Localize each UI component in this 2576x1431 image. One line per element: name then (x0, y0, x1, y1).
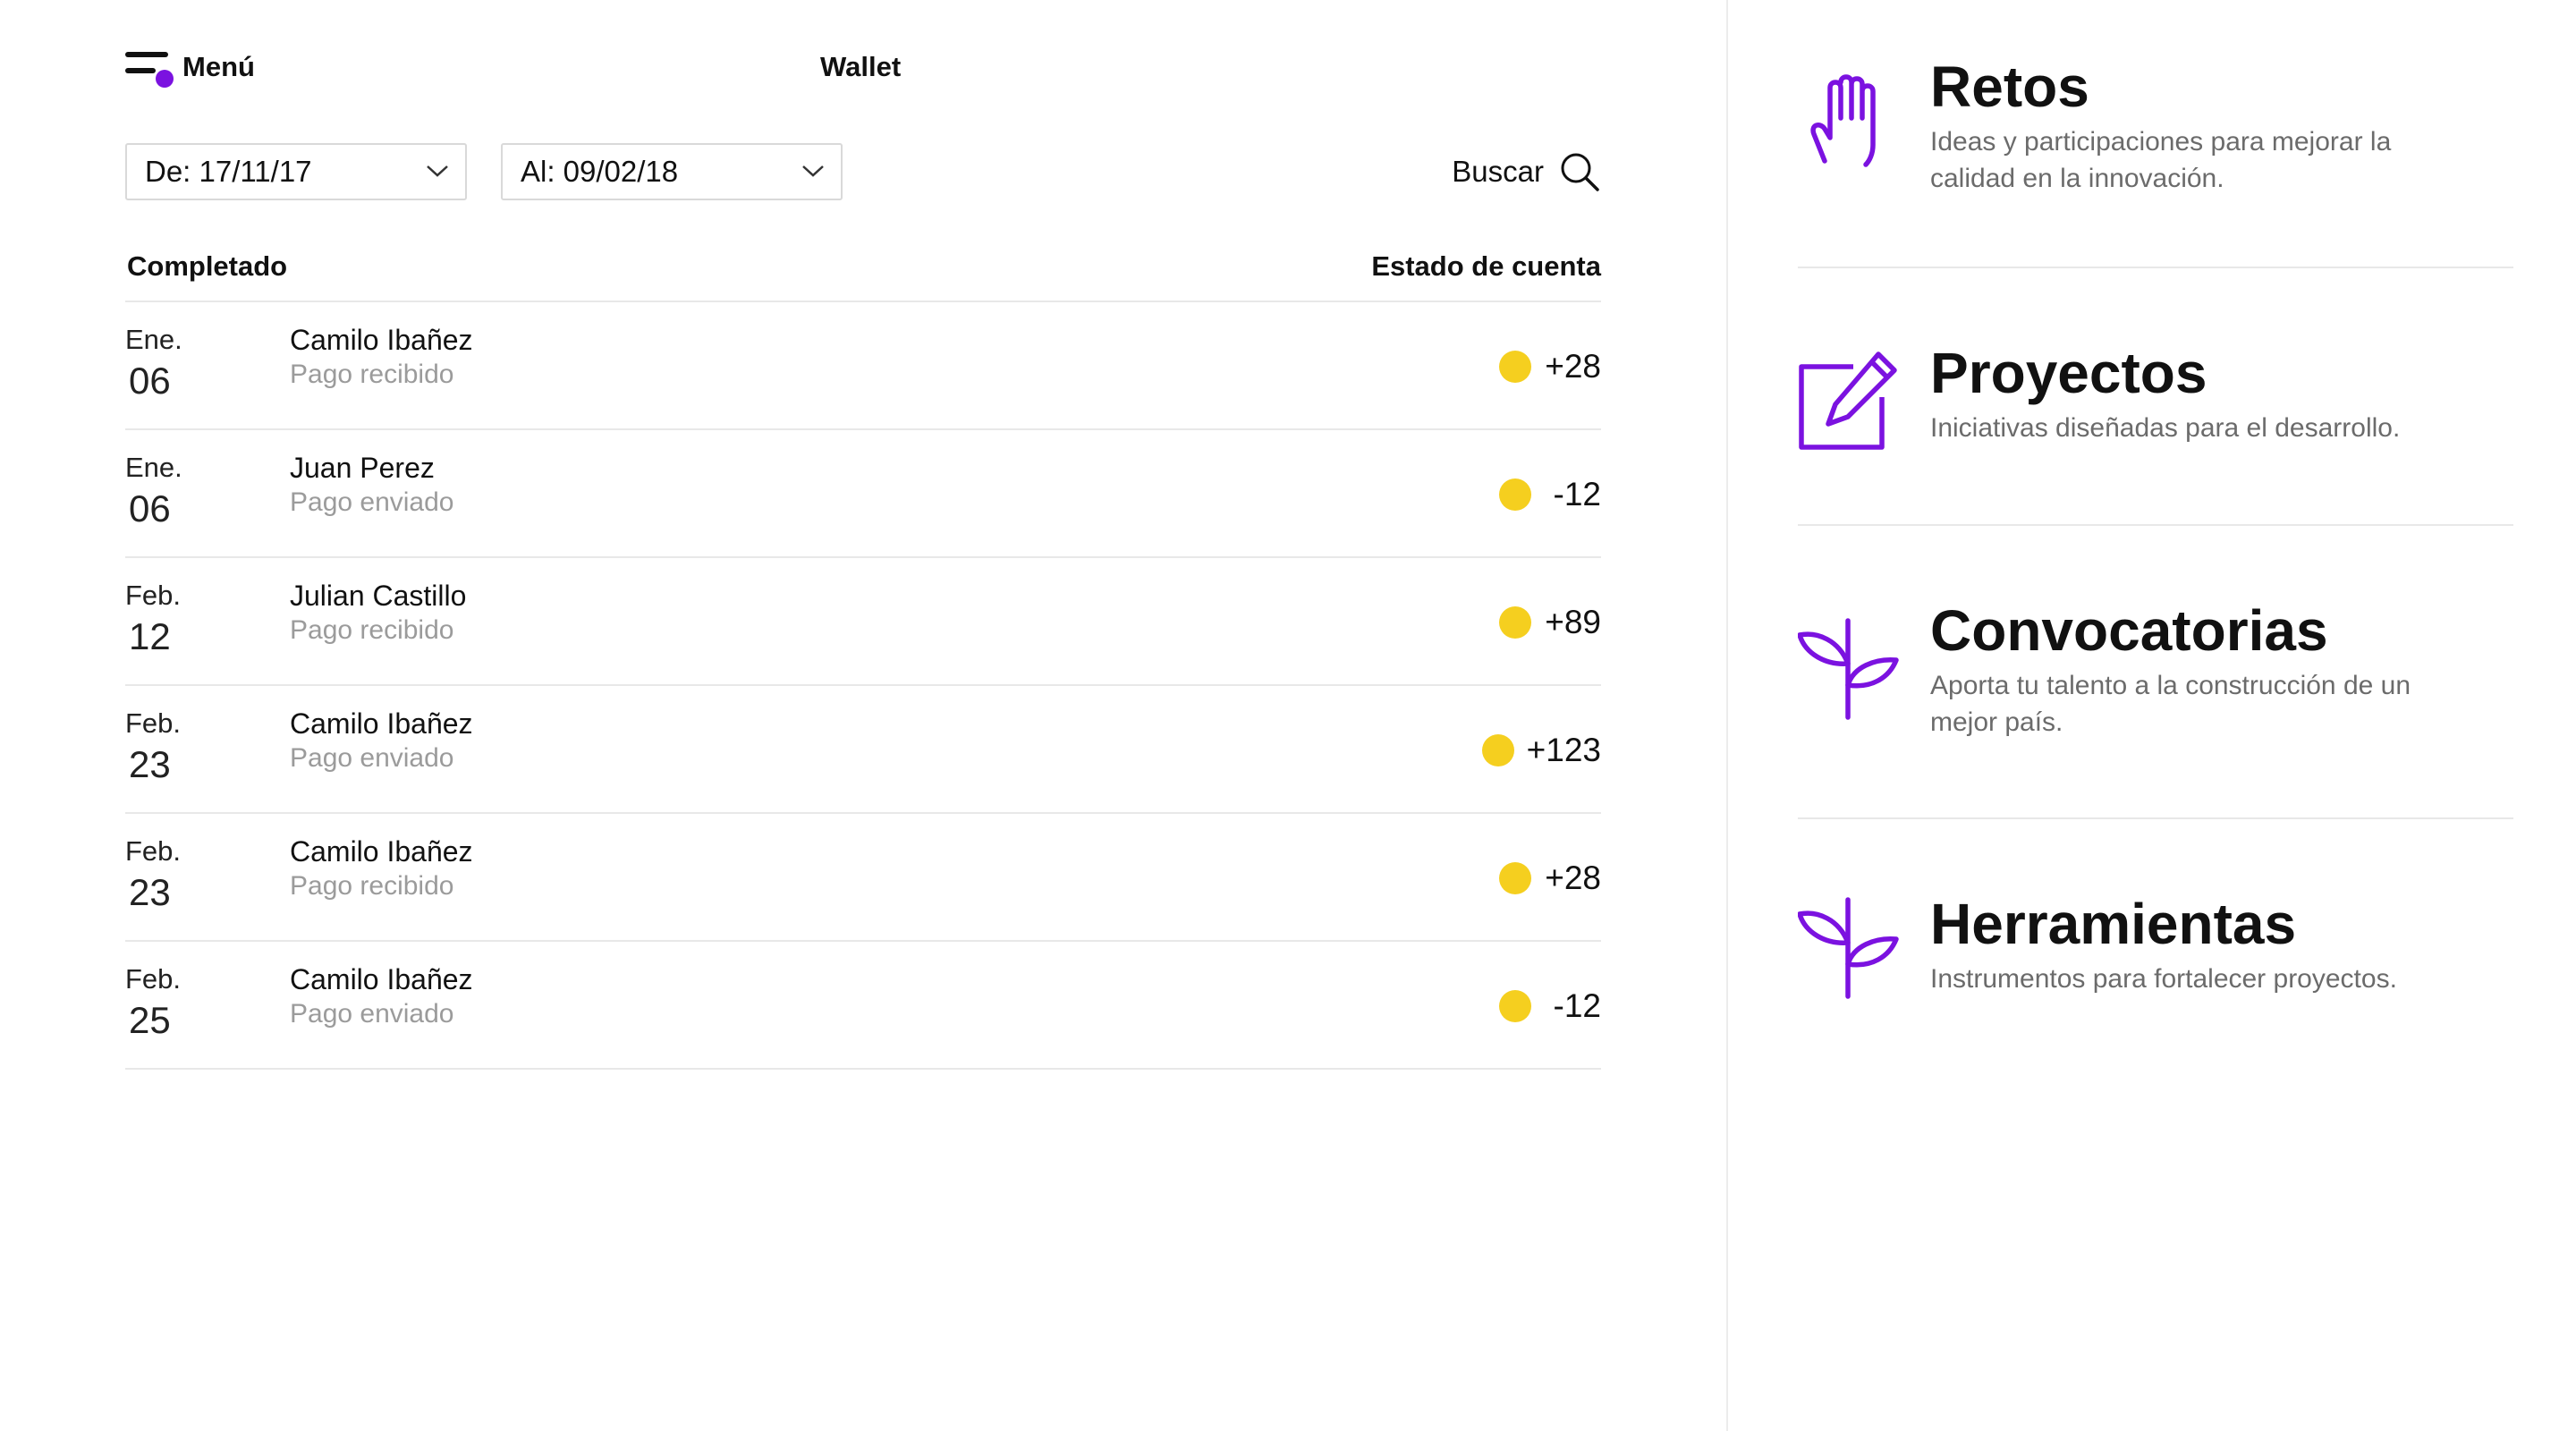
row-amount: +28 (1499, 347, 1601, 386)
category-description: Ideas y participaciones para mejorar la … (1930, 127, 2392, 193)
category-divider (1798, 267, 2513, 268)
chevron-down-icon (802, 165, 824, 177)
row-day: 25 (129, 999, 171, 1041)
coin-icon (1499, 351, 1531, 383)
coin-icon (1499, 606, 1531, 639)
row-amount-value: +28 (1545, 859, 1601, 896)
row-name: Camilo Ibañez (290, 707, 473, 740)
row-description: Pago recibido (290, 615, 454, 645)
row-month: Ene. (125, 324, 182, 355)
row-amount-value: -12 (1553, 476, 1601, 512)
row-name: Camilo Ibañez (290, 324, 473, 356)
page-title: Wallet (820, 51, 902, 82)
coin-icon (1499, 990, 1531, 1022)
row-name: Juan Perez (290, 452, 435, 484)
menu-label: Menú (182, 51, 255, 82)
category-convocatorias[interactable]: Convocatorias Aporta tu talento a la con… (1798, 597, 2513, 758)
row-month: Feb. (125, 963, 182, 995)
row-month: Ene. (125, 452, 182, 483)
category-description: Iniciativas diseñadas para el desarrollo… (1930, 413, 2401, 443)
table-row[interactable]: Ene. 06 Camilo Ibañez Pago recibido +28 (125, 302, 1601, 430)
category-title: Herramientas (1930, 892, 2297, 956)
edit-icon (1799, 351, 1897, 450)
search-button[interactable]: Buscar (1452, 143, 1601, 200)
coin-icon (1499, 862, 1531, 894)
row-name: Camilo Ibañez (290, 963, 473, 995)
row-month: Feb. (125, 580, 182, 611)
category-proyectos[interactable]: Proyectos Iniciativas diseñadas para el … (1798, 340, 2513, 465)
row-amount-value: +28 (1545, 348, 1601, 385)
row-description: Pago recibido (290, 871, 454, 901)
date-filters: De: 17/11/17 Al: 09/02/18 Buscar (125, 143, 1601, 200)
row-amount: +28 (1499, 859, 1601, 898)
table-row[interactable]: Feb. 12 Julian Castillo Pago recibido +8… (125, 558, 1601, 686)
date-from-value: De: 17/11/17 (145, 155, 312, 188)
sprout-icon (1798, 618, 1899, 720)
row-amount-value: +123 (1526, 732, 1601, 768)
category-herramientas[interactable]: Herramientas Instrumentos para fortalece… (1798, 891, 2513, 1016)
row-name: Camilo Ibañez (290, 835, 473, 868)
category-divider (1798, 817, 2513, 819)
row-amount: -12 (1499, 475, 1601, 514)
row-amount: +89 (1499, 603, 1601, 642)
row-month: Feb. (125, 835, 182, 867)
search-icon (1561, 153, 1599, 191)
date-to-value: Al: 09/02/18 (521, 155, 679, 188)
chevron-down-icon (427, 165, 448, 177)
row-amount: +123 (1481, 731, 1601, 770)
row-day: 06 (129, 360, 171, 402)
category-title: Convocatorias (1930, 598, 2328, 663)
table-row[interactable]: Feb. 23 Camilo Ibañez Pago enviado +123 (125, 686, 1601, 814)
categories-panel: Retos Ideas y participaciones para mejor… (1798, 0, 2513, 1431)
table-row[interactable]: Feb. 23 Camilo Ibañez Pago recibido +28 (125, 814, 1601, 942)
top-bar: Menú Wallet (125, 36, 1601, 98)
row-description: Pago enviado (290, 743, 454, 773)
row-amount-value: +89 (1545, 604, 1601, 640)
coin-icon (1481, 734, 1514, 766)
category-title: Retos (1930, 55, 2089, 119)
category-description: Instrumentos para fortalecer proyectos. (1930, 964, 2397, 994)
hand-icon (1810, 74, 1876, 167)
row-amount-value: -12 (1553, 987, 1601, 1024)
table-header: Completado Estado de cuenta (125, 240, 1601, 302)
completed-column-header: Completado (127, 250, 288, 282)
sprout-icon (1798, 897, 1899, 999)
category-description: Aporta tu talento a la construcción de u… (1930, 671, 2411, 737)
row-day: 23 (129, 743, 171, 785)
category-divider (1798, 524, 2513, 526)
row-month: Feb. (125, 707, 182, 739)
menu-button[interactable]: Menú (125, 36, 255, 98)
search-label: Buscar (1452, 155, 1544, 188)
row-amount: -12 (1499, 986, 1601, 1026)
row-description: Pago enviado (290, 487, 454, 517)
panel-divider (1726, 0, 1728, 1431)
transactions-list: Ene. 06 Camilo Ibañez Pago recibido +28 … (125, 302, 1601, 1070)
date-from-select[interactable]: De: 17/11/17 (125, 143, 467, 200)
category-retos[interactable]: Retos Ideas y participaciones para mejor… (1798, 54, 2513, 215)
row-day: 23 (129, 871, 171, 913)
menu-icon (125, 47, 174, 88)
date-to-select[interactable]: Al: 09/02/18 (501, 143, 843, 200)
row-description: Pago recibido (290, 360, 454, 389)
wallet-panel: Menú Wallet De: 17/11/17 Al: 09/02/18 Bu… (0, 0, 1726, 1431)
table-row[interactable]: Ene. 06 Juan Perez Pago enviado -12 (125, 430, 1601, 558)
table-row[interactable]: Feb. 25 Camilo Ibañez Pago enviado -12 (125, 942, 1601, 1070)
category-title: Proyectos (1930, 341, 2207, 405)
row-name: Julian Castillo (290, 580, 467, 612)
row-day: 06 (129, 487, 171, 529)
row-description: Pago enviado (290, 999, 454, 1029)
coin-icon (1499, 478, 1531, 511)
row-day: 12 (129, 615, 171, 657)
account-status-column-header: Estado de cuenta (1371, 250, 1601, 282)
